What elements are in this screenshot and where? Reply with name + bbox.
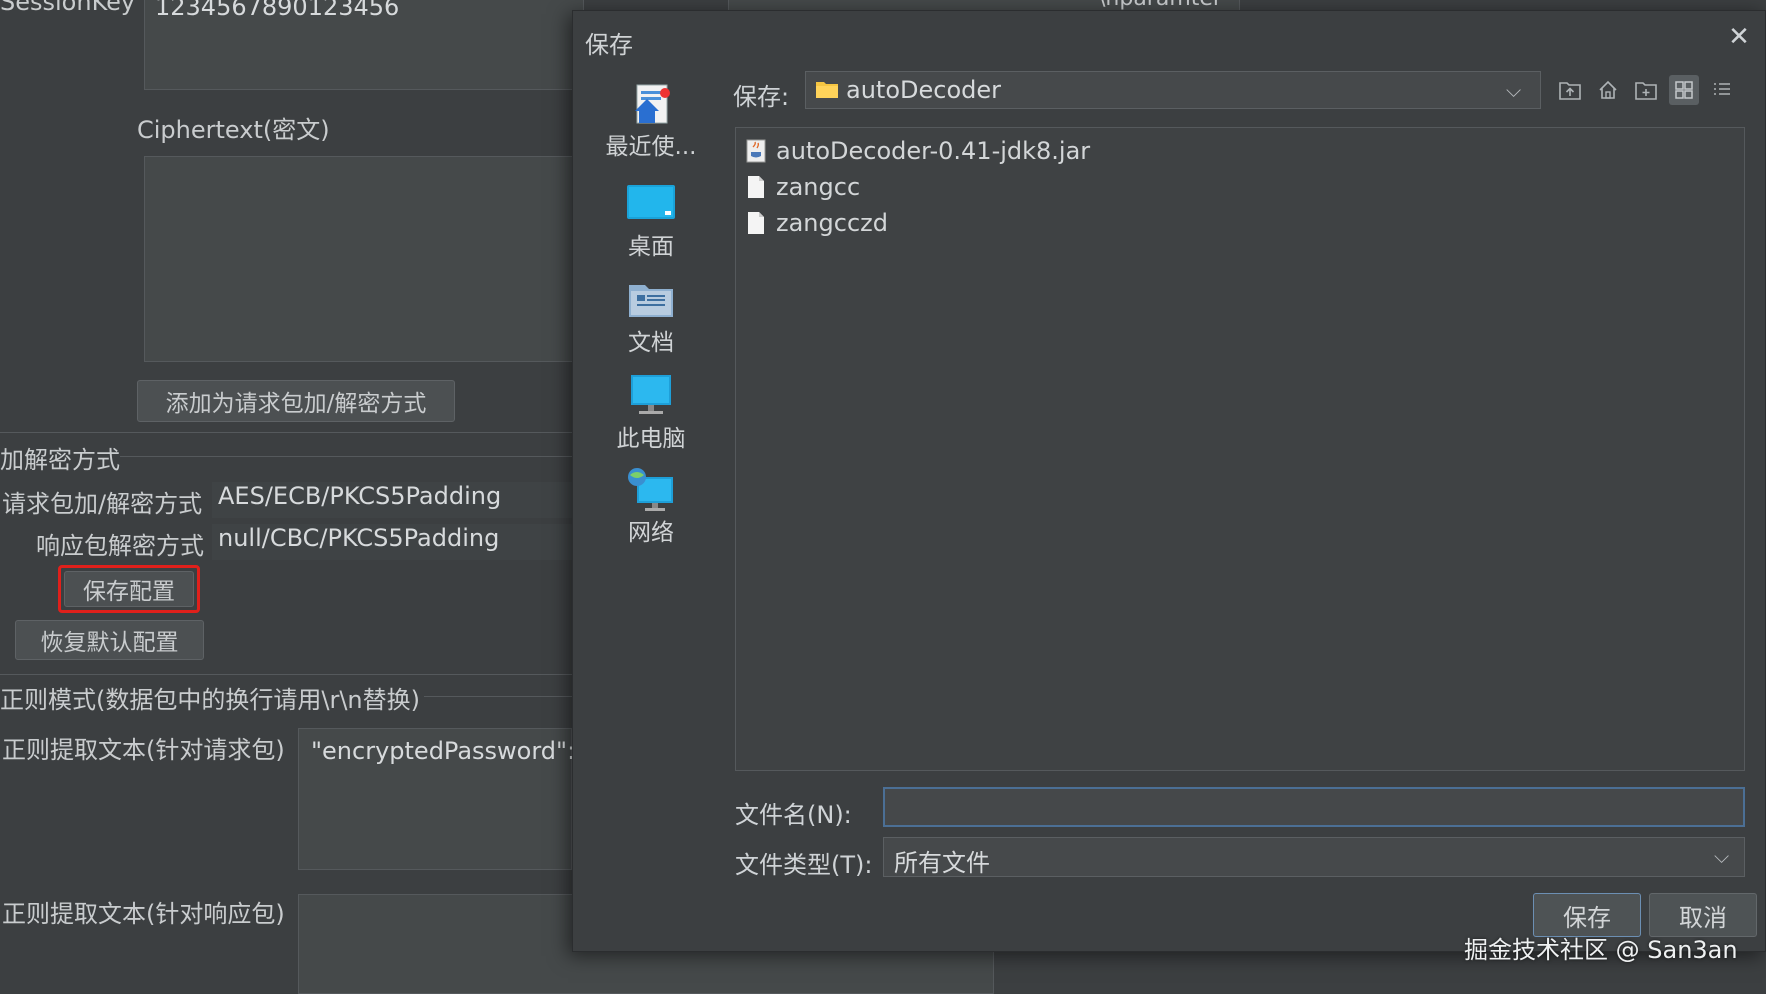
network-icon bbox=[625, 467, 677, 511]
place-label: 网络 bbox=[628, 520, 674, 546]
ciphertext-textarea[interactable] bbox=[144, 156, 584, 362]
computer-icon bbox=[625, 373, 677, 415]
ciphertext-label: Ciphertext(密文) bbox=[137, 116, 330, 144]
section-crypto-title: 加解密方式 bbox=[0, 446, 120, 474]
list-item[interactable]: autoDecoder-0.41-jdk8.jar bbox=[746, 134, 1090, 168]
documents-icon bbox=[625, 277, 677, 319]
file-icon bbox=[746, 175, 766, 199]
close-icon[interactable]: ✕ bbox=[1721, 19, 1757, 55]
file-name: zangcczd bbox=[776, 209, 888, 237]
file-list[interactable]: autoDecoder-0.41-jdk8.jar zangcc zangccz… bbox=[735, 127, 1745, 771]
place-label: 文档 bbox=[628, 330, 674, 356]
save-in-label: 保存: bbox=[733, 83, 790, 111]
regex-request-textarea[interactable]: "encryptedPassword":" bbox=[298, 728, 586, 870]
place-label: 此电脑 bbox=[616, 426, 686, 452]
response-method-label: 响应包解密方式 bbox=[36, 532, 204, 560]
regex-request-label: 正则提取文本(针对请求包) bbox=[2, 736, 285, 764]
separator-regex-top bbox=[0, 674, 572, 675]
add-crypto-method-button[interactable]: 添加为请求包加/解密方式 bbox=[137, 380, 455, 422]
current-folder-name: autoDecoder bbox=[846, 76, 1002, 104]
dialog-title: 保存 bbox=[585, 31, 633, 59]
place-recent[interactable]: 最近使... bbox=[601, 81, 701, 161]
save-in-combo[interactable]: autoDecoder ⌵ bbox=[805, 71, 1541, 109]
restore-default-button[interactable]: 恢复默认配置 bbox=[15, 620, 204, 660]
filetype-select[interactable]: 所有文件 ⌵ bbox=[883, 837, 1745, 877]
up-folder-icon[interactable] bbox=[1555, 75, 1585, 105]
home-icon[interactable] bbox=[1593, 75, 1623, 105]
place-network[interactable]: 网络 bbox=[601, 467, 701, 547]
list-item[interactable]: zangcczd bbox=[746, 206, 888, 240]
file-name: zangcc bbox=[776, 173, 861, 201]
recent-icon bbox=[625, 81, 677, 124]
list-view-icon[interactable] bbox=[1707, 75, 1737, 105]
session-key-value: 1234567890123456 bbox=[155, 0, 400, 21]
session-key-textarea[interactable]: 1234567890123456 bbox=[144, 0, 584, 90]
section-regex-title: 正则模式(数据包中的换行请用\r\n替换) bbox=[0, 686, 420, 714]
folder-icon bbox=[816, 80, 838, 98]
response-method-value[interactable]: null/CBC/PKCS5Padding bbox=[212, 524, 572, 560]
regex-request-value: "encryptedPassword":" bbox=[311, 737, 587, 765]
filename-label: 文件名(N): bbox=[735, 801, 852, 829]
place-desktop[interactable]: 桌面 bbox=[601, 181, 701, 261]
list-item[interactable]: zangcc bbox=[746, 170, 860, 204]
regex-response-label: 正则提取文本(针对响应包) bbox=[2, 900, 285, 928]
section-regex-line bbox=[424, 696, 572, 697]
place-documents[interactable]: 文档 bbox=[601, 277, 701, 357]
chevron-down-icon: ⌵ bbox=[1714, 844, 1730, 868]
section-crypto-line bbox=[120, 456, 572, 457]
filename-input[interactable] bbox=[883, 787, 1745, 827]
place-label: 桌面 bbox=[628, 234, 674, 260]
file-name: autoDecoder-0.41-jdk8.jar bbox=[776, 137, 1091, 165]
place-label: 最近使... bbox=[605, 134, 697, 160]
request-method-label: 请求包加/解密方式 bbox=[2, 490, 203, 518]
place-computer[interactable]: 此电脑 bbox=[601, 373, 701, 453]
grid-view-icon[interactable] bbox=[1669, 75, 1699, 105]
chevron-down-icon: ⌵ bbox=[1506, 78, 1522, 102]
save-dialog: 保存 ✕ 最近使... 桌面 文档 此电脑 网络 保存: autoDecoder… bbox=[572, 10, 1766, 952]
jar-file-icon bbox=[746, 139, 766, 163]
request-method-value[interactable]: AES/ECB/PKCS5Padding bbox=[212, 482, 572, 518]
separator-top bbox=[0, 432, 572, 433]
watermark: 掘金技术社区 @ San3an bbox=[1464, 936, 1738, 964]
new-folder-icon[interactable] bbox=[1631, 75, 1661, 105]
desktop-icon bbox=[625, 181, 677, 223]
session-key-label: SessionKey bbox=[0, 0, 136, 16]
save-config-button[interactable]: 保存配置 bbox=[64, 571, 194, 607]
filetype-value: 所有文件 bbox=[894, 849, 990, 877]
file-icon bbox=[746, 211, 766, 235]
filetype-label: 文件类型(T): bbox=[735, 851, 873, 879]
